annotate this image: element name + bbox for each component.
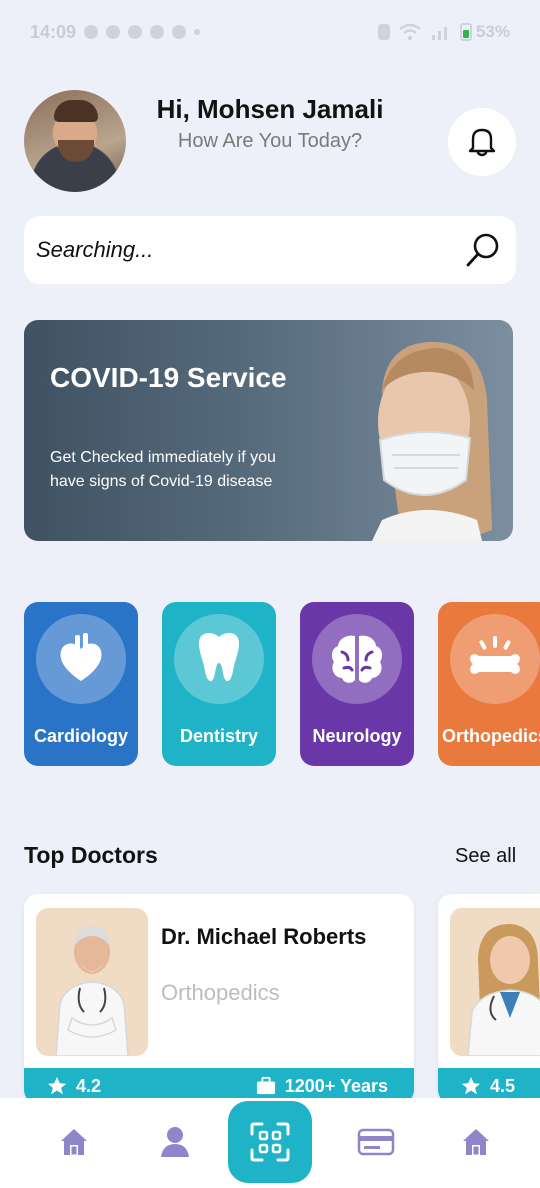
- category-dentistry[interactable]: Dentistry: [162, 602, 276, 766]
- nav-card[interactable]: [356, 1122, 396, 1162]
- home-icon: [61, 1129, 87, 1155]
- bell-icon: [468, 128, 496, 157]
- avatar-hair: [54, 100, 98, 122]
- doctor-rating: 4.5: [460, 1075, 515, 1097]
- snapchat-icon: [128, 25, 143, 39]
- heart-icon: [60, 633, 102, 681]
- tooth-icon: [199, 633, 239, 682]
- doctor-name: Dr. Michael Roberts: [161, 924, 367, 949]
- notification-button[interactable]: [448, 108, 516, 176]
- search-icon[interactable]: [464, 231, 502, 269]
- home-icon: [463, 1129, 489, 1155]
- scan-button[interactable]: [228, 1101, 312, 1183]
- category-orthopedics[interactable]: Orthopedics: [438, 602, 540, 766]
- doctor-rating-value: 4.5: [490, 1075, 516, 1096]
- category-icon-circle: [312, 614, 402, 704]
- doctor-photo: [36, 908, 148, 1056]
- bone-icon: [470, 636, 520, 674]
- wifi-icon: [399, 23, 421, 41]
- avatar-beard: [58, 140, 94, 162]
- banner-description: Get Checked immediately if you have sign…: [50, 449, 276, 490]
- search-bar[interactable]: Searching...: [24, 216, 516, 284]
- doctor-portrait-image: [55, 926, 129, 1056]
- category-cardiology[interactable]: Cardiology: [24, 602, 138, 766]
- card-icon: [357, 1128, 395, 1156]
- doctor-card[interactable]: Dr. Michael Roberts Orthopedics 4.2 1200…: [24, 894, 414, 1104]
- nav-profile[interactable]: [155, 1122, 195, 1162]
- doctor-experience: 1200+ Years: [255, 1076, 388, 1097]
- banner-title: COVID-19 Service: [50, 362, 287, 393]
- profile-icon: [161, 1127, 189, 1157]
- section-title-top-doctors: Top Doctors: [24, 842, 158, 868]
- doctor-portrait-image: [467, 924, 540, 1056]
- status-time: 14:09: [30, 21, 77, 42]
- category-label: Neurology: [312, 726, 402, 746]
- masked-woman-image: [372, 341, 492, 541]
- brain-icon: [331, 635, 383, 683]
- category-icon-circle: [450, 614, 540, 704]
- vibrate-icon: [377, 24, 390, 40]
- star-icon: [47, 1076, 67, 1095]
- scan-icon: [250, 1122, 290, 1162]
- star-icon: [461, 1076, 481, 1095]
- category-icon-circle: [36, 614, 126, 704]
- status-bar: 14:09 53%: [0, 0, 540, 64]
- greeting-name: Hi, Mohsen Jamali: [156, 94, 384, 124]
- location-icon: [172, 25, 187, 39]
- category-label: Orthopedics: [441, 726, 540, 746]
- category-neurology[interactable]: Neurology: [300, 602, 414, 766]
- dot-icon: [194, 29, 201, 35]
- doctor-rating: 4.2: [46, 1075, 101, 1097]
- nav-home-2[interactable]: [456, 1122, 496, 1162]
- doctor-rating-value: 4.2: [76, 1075, 102, 1096]
- whatsapp-icon: [84, 25, 99, 39]
- doctor-experience-value: 1200+ Years: [284, 1075, 388, 1096]
- message-icon: [150, 25, 165, 39]
- category-label: Cardiology: [33, 726, 128, 746]
- snapchat-icon: [106, 25, 121, 39]
- briefcase-icon: [256, 1076, 275, 1095]
- see-all-link[interactable]: See all: [455, 845, 516, 868]
- search-input[interactable]: Searching...: [36, 237, 153, 263]
- nav-home[interactable]: [54, 1122, 94, 1162]
- doctor-photo: [450, 908, 540, 1056]
- covid-banner[interactable]: COVID-19 Service Get Checked immediately…: [24, 320, 513, 541]
- signal-icon: [431, 27, 447, 40]
- battery-icon: [459, 23, 472, 41]
- doctor-card[interactable]: 4.5: [438, 894, 540, 1104]
- avatar[interactable]: [24, 90, 126, 192]
- greeting-subtitle: How Are You Today?: [177, 130, 363, 152]
- battery-indicator: 53%: [459, 22, 510, 42]
- battery-percent: 53%: [475, 22, 510, 41]
- category-label: Dentistry: [179, 726, 259, 746]
- category-icon-circle: [174, 614, 264, 704]
- doctor-specialty: Orthopedics: [161, 980, 280, 1005]
